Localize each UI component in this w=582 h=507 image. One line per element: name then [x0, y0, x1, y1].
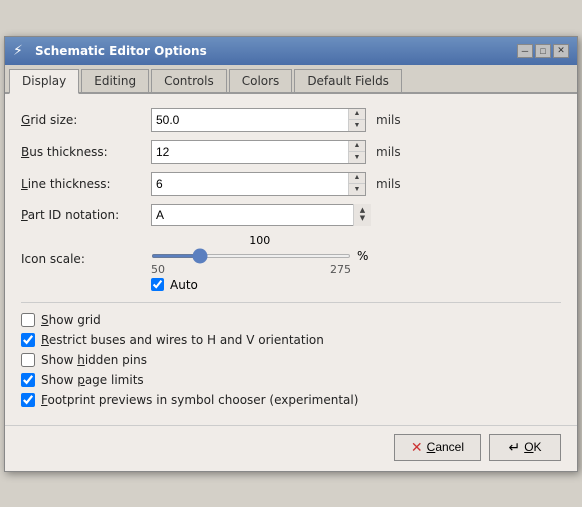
- separator: [21, 302, 561, 303]
- part-id-select[interactable]: A 1: [151, 204, 371, 226]
- maximize-button[interactable]: □: [535, 44, 551, 58]
- tab-display-label: Display: [22, 74, 66, 88]
- icon-scale-slider[interactable]: [151, 254, 351, 258]
- tab-editing[interactable]: Editing: [81, 69, 149, 92]
- show-grid-row: Show grid: [21, 313, 561, 327]
- footprint-previews-label[interactable]: Footprint previews in symbol chooser (ex…: [41, 393, 358, 407]
- footprint-previews-checkbox[interactable]: [21, 393, 35, 407]
- tab-display[interactable]: Display: [9, 69, 79, 94]
- grid-size-arrows: ▲ ▼: [348, 109, 365, 131]
- cancel-button[interactable]: ✕ Cancel: [394, 434, 481, 461]
- auto-label[interactable]: Auto: [151, 278, 561, 292]
- restrict-buses-row: Restrict buses and wires to H and V orie…: [21, 333, 561, 347]
- part-id-input-group: A 1 ▲ ▼: [151, 204, 371, 226]
- tab-default-fields[interactable]: Default Fields: [294, 69, 402, 92]
- cancel-icon: ✕: [411, 439, 423, 456]
- app-icon: ⚡: [13, 43, 29, 59]
- tab-editing-label: Editing: [94, 74, 136, 88]
- tab-colors[interactable]: Colors: [229, 69, 293, 92]
- slider-range-labels: 50 275: [151, 263, 351, 276]
- show-hidden-label[interactable]: Show hidden pins: [41, 353, 147, 367]
- line-thickness-up[interactable]: ▲: [349, 173, 365, 184]
- bus-thickness-input-group: ▲ ▼ mils: [151, 140, 401, 164]
- grid-size-spinner: ▲ ▼: [151, 108, 366, 132]
- show-grid-label[interactable]: Show grid: [41, 313, 101, 327]
- show-page-row: Show page limits: [21, 373, 561, 387]
- tab-colors-label: Colors: [242, 74, 280, 88]
- grid-size-input[interactable]: [152, 109, 348, 131]
- restrict-buses-checkbox[interactable]: [21, 333, 35, 347]
- bus-thickness-input[interactable]: [152, 141, 348, 163]
- ok-label: OK: [524, 440, 541, 454]
- ok-icon: ↵: [508, 439, 520, 456]
- ok-button[interactable]: ↵ OK: [489, 434, 561, 461]
- grid-size-input-group: ▲ ▼ mils: [151, 108, 401, 132]
- bus-thickness-up[interactable]: ▲: [349, 141, 365, 152]
- icon-scale-label: Icon scale:: [21, 234, 151, 266]
- bus-thickness-row: Bus thickness: ▲ ▼ mils: [21, 140, 561, 164]
- line-thickness-spinner: ▲ ▼: [151, 172, 366, 196]
- part-id-row: Part ID notation: A 1 ▲ ▼: [21, 204, 561, 226]
- tab-bar: Display Editing Controls Colors Default …: [5, 65, 577, 94]
- slider-max-label: 275: [330, 263, 351, 276]
- titlebar-buttons: ─ □ ✕: [517, 44, 569, 58]
- content-area: Grid size: ▲ ▼ mils Bus thickness:: [5, 94, 577, 425]
- tab-controls[interactable]: Controls: [151, 69, 227, 92]
- close-button[interactable]: ✕: [553, 44, 569, 58]
- line-thickness-arrows: ▲ ▼: [348, 173, 365, 195]
- tab-controls-label: Controls: [164, 74, 214, 88]
- slider-min-label: 50: [151, 263, 165, 276]
- bus-thickness-label: Bus thickness:: [21, 145, 151, 159]
- titlebar-left: ⚡ Schematic Editor Options: [13, 43, 207, 59]
- line-thickness-down[interactable]: ▼: [349, 184, 365, 195]
- grid-size-label: Grid size:: [21, 113, 151, 127]
- checkboxes-section: Show grid Restrict buses and wires to H …: [21, 313, 561, 407]
- show-hidden-row: Show hidden pins: [21, 353, 561, 367]
- footprint-previews-row: Footprint previews in symbol chooser (ex…: [21, 393, 561, 407]
- icon-scale-container: 100 % 50 275: [151, 234, 368, 276]
- restrict-buses-label[interactable]: Restrict buses and wires to H and V orie…: [41, 333, 324, 347]
- line-thickness-input-group: ▲ ▼ mils: [151, 172, 401, 196]
- bus-thickness-arrows: ▲ ▼: [348, 141, 365, 163]
- part-id-select-wrapper: A 1 ▲ ▼: [151, 204, 371, 226]
- icon-scale-row: Icon scale: 100 % 50 275: [21, 234, 561, 276]
- auto-checkbox[interactable]: [151, 278, 164, 291]
- bus-thickness-spinner: ▲ ▼: [151, 140, 366, 164]
- window-title: Schematic Editor Options: [35, 44, 207, 58]
- icon-scale-unit: %: [357, 249, 368, 263]
- bus-thickness-unit: mils: [376, 145, 401, 159]
- grid-size-row: Grid size: ▲ ▼ mils: [21, 108, 561, 132]
- line-thickness-label: Line thickness:: [21, 177, 151, 191]
- icon-scale-value: 100: [151, 234, 368, 247]
- titlebar: ⚡ Schematic Editor Options ─ □ ✕: [5, 37, 577, 65]
- main-window: ⚡ Schematic Editor Options ─ □ ✕ Display…: [4, 36, 578, 472]
- bus-thickness-down[interactable]: ▼: [349, 152, 365, 163]
- auto-text: Auto: [170, 278, 198, 292]
- show-page-label[interactable]: Show page limits: [41, 373, 144, 387]
- button-bar: ✕ Cancel ↵ OK: [5, 425, 577, 471]
- line-thickness-input[interactable]: [152, 173, 348, 195]
- show-page-checkbox[interactable]: [21, 373, 35, 387]
- line-thickness-unit: mils: [376, 177, 401, 191]
- tab-default-fields-label: Default Fields: [307, 74, 389, 88]
- grid-size-unit: mils: [376, 113, 401, 127]
- part-id-label: Part ID notation:: [21, 208, 151, 222]
- grid-size-up[interactable]: ▲: [349, 109, 365, 120]
- icon-scale-track-row: %: [151, 249, 368, 263]
- show-hidden-checkbox[interactable]: [21, 353, 35, 367]
- minimize-button[interactable]: ─: [517, 44, 533, 58]
- line-thickness-row: Line thickness: ▲ ▼ mils: [21, 172, 561, 196]
- cancel-label: Cancel: [427, 440, 464, 454]
- grid-size-down[interactable]: ▼: [349, 120, 365, 131]
- auto-row: Auto: [151, 278, 561, 292]
- show-grid-checkbox[interactable]: [21, 313, 35, 327]
